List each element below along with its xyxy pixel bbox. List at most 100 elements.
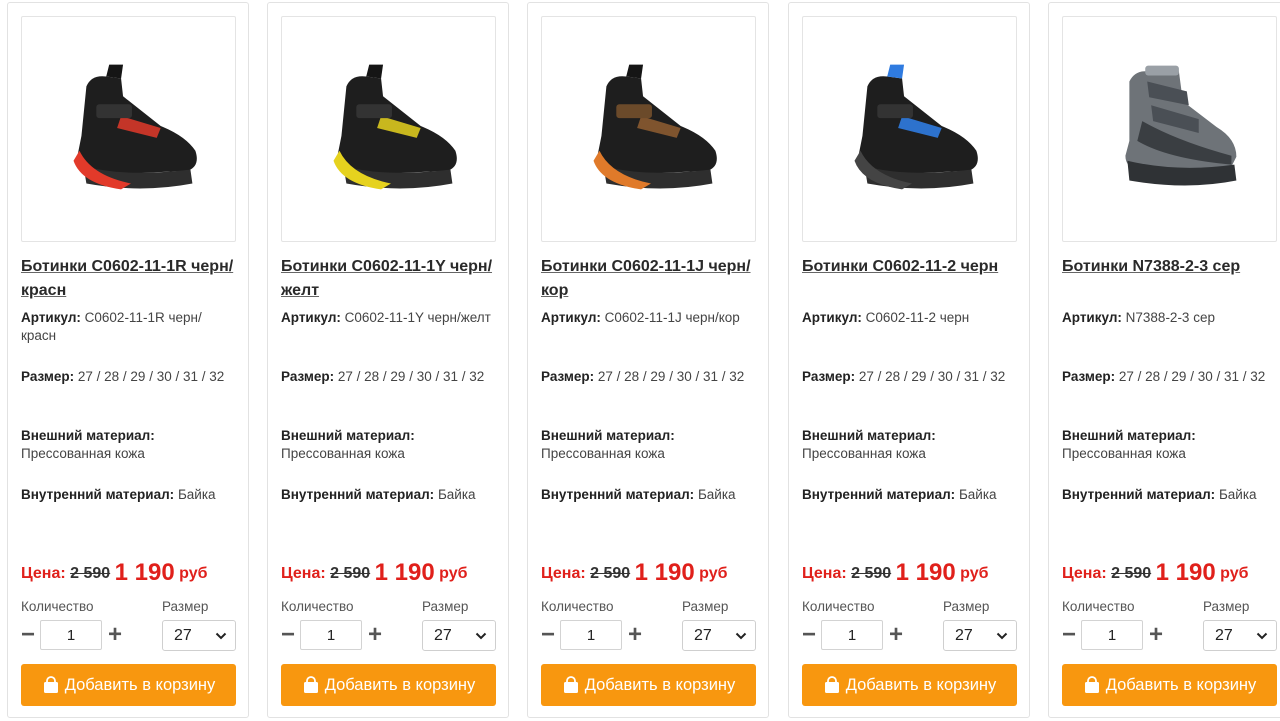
article-label: Артикул: (21, 310, 81, 325)
outer-material-info: Внешний материал: Прессованная кожа (802, 427, 1017, 463)
chevron-down-icon (215, 632, 227, 640)
decrease-quantity-button[interactable]: − (538, 623, 558, 649)
outer-material-value: Прессованная кожа (21, 446, 145, 461)
increase-quantity-button[interactable]: + (365, 623, 385, 649)
outer-material-label: Внешний материал: (541, 428, 675, 443)
add-to-cart-button[interactable]: Добавить в корзину (802, 664, 1017, 706)
increase-quantity-button[interactable]: + (1146, 623, 1166, 649)
product-image[interactable] (281, 16, 496, 242)
add-to-cart-button[interactable]: Добавить в корзину (281, 664, 496, 706)
article-label: Артикул: (541, 310, 601, 325)
increase-quantity-button[interactable]: + (625, 623, 645, 649)
inner-material-label: Внутренний материал: (21, 487, 175, 502)
add-to-cart-label: Добавить в корзину (584, 675, 736, 694)
boot-image-icon (333, 64, 457, 190)
shopping-bag-icon (824, 676, 839, 693)
current-price: 1 190 (374, 559, 435, 586)
product-grid: Ботинки C0602-11-1R черн/красн Артикул: … (7, 2, 1280, 721)
sizes-info: Размер: 27 / 28 / 29 / 30 / 31 / 32 (802, 368, 1017, 386)
size-select-value: 27 (174, 627, 192, 644)
sizes-label: Размер: (541, 369, 595, 384)
old-price: 2 590 (851, 565, 892, 582)
price-block: Цена: 2 590 1 190 руб (21, 559, 251, 587)
old-price: 2 590 (70, 565, 111, 582)
quantity-input[interactable] (1081, 620, 1143, 650)
size-label: Размер (422, 599, 469, 614)
shopping-bag-icon (1084, 676, 1099, 693)
current-price: 1 190 (895, 559, 956, 586)
shopping-bag-icon (43, 676, 58, 693)
price-block: Цена: 2 590 1 190 руб (281, 559, 511, 587)
decrease-quantity-button[interactable]: − (18, 623, 38, 649)
price-block: Цена: 2 590 1 190 руб (1062, 559, 1280, 587)
article-label: Артикул: (281, 310, 341, 325)
product-title-link[interactable]: Ботинки C0602-11-1Y черн/желт (281, 255, 503, 303)
product-title-link[interactable]: Ботинки C0602-11-1J черн/кор (541, 255, 763, 303)
sizes-value: 27 / 28 / 29 / 30 / 31 / 32 (1118, 369, 1266, 384)
quantity-label: Количество (802, 599, 875, 614)
product-image[interactable] (21, 16, 236, 242)
decrease-quantity-button[interactable]: − (278, 623, 298, 649)
quantity-label: Количество (281, 599, 354, 614)
size-select[interactable]: 27 (1203, 620, 1277, 651)
product-title-link[interactable]: Ботинки C0602-11-1R черн/красн (21, 255, 243, 303)
product-card: Ботинки C0602-11-2 черн Артикул: C0602-1… (788, 2, 1030, 718)
sizes-info: Размер: 27 / 28 / 29 / 30 / 31 / 32 (541, 368, 756, 386)
price-label: Цена: (802, 565, 847, 582)
article-value: N7388-2-3 сер (1125, 310, 1215, 325)
quantity-input[interactable] (40, 620, 102, 650)
product-image[interactable] (1062, 16, 1277, 242)
currency: руб (1220, 565, 1249, 582)
sizes-value: 27 / 28 / 29 / 30 / 31 / 32 (858, 369, 1006, 384)
product-title-link[interactable]: Ботинки C0602-11-2 черн (802, 255, 1024, 279)
outer-material-value: Прессованная кожа (802, 446, 926, 461)
product-image[interactable] (541, 16, 756, 242)
increase-quantity-button[interactable]: + (886, 623, 906, 649)
product-image[interactable] (802, 16, 1017, 242)
article-info: Артикул: C0602-11-1Y черн/желт (281, 309, 496, 327)
outer-material-label: Внешний материал: (21, 428, 155, 443)
add-to-cart-button[interactable]: Добавить в корзину (1062, 664, 1277, 706)
size-select[interactable]: 27 (162, 620, 236, 651)
boot-image-icon (73, 64, 197, 190)
size-label: Размер (943, 599, 990, 614)
outer-material-label: Внешний материал: (1062, 428, 1196, 443)
size-select[interactable]: 27 (422, 620, 496, 651)
boot-image-icon (1125, 65, 1237, 186)
quantity-input[interactable] (560, 620, 622, 650)
inner-material-info: Внутренний материал: Байка (1062, 486, 1277, 504)
quantity-input[interactable] (821, 620, 883, 650)
add-to-cart-button[interactable]: Добавить в корзину (21, 664, 236, 706)
size-select-value: 27 (694, 627, 712, 644)
product-card: Ботинки N7388-2-3 сер Артикул: N7388-2-3… (1048, 2, 1280, 718)
quantity-label: Количество (541, 599, 614, 614)
article-info: Артикул: C0602-11-1R черн/красн (21, 309, 236, 345)
shopping-bag-icon (563, 676, 578, 693)
sizes-value: 27 / 28 / 29 / 30 / 31 / 32 (597, 369, 745, 384)
price-label: Цена: (21, 565, 66, 582)
size-select[interactable]: 27 (682, 620, 756, 651)
inner-material-info: Внутренний материал: Байка (281, 486, 496, 504)
article-info: Артикул: C0602-11-2 черн (802, 309, 1017, 327)
article-info: Артикул: C0602-11-1J черн/кор (541, 309, 756, 327)
inner-material-label: Внутренний материал: (281, 487, 435, 502)
outer-material-value: Прессованная кожа (1062, 446, 1186, 461)
add-to-cart-button[interactable]: Добавить в корзину (541, 664, 756, 706)
boot-image-icon (854, 64, 978, 190)
size-label: Размер (1203, 599, 1250, 614)
price-block: Цена: 2 590 1 190 руб (802, 559, 1032, 587)
article-label: Артикул: (802, 310, 862, 325)
sizes-label: Размер: (281, 369, 335, 384)
product-title-link[interactable]: Ботинки N7388-2-3 сер (1062, 255, 1280, 279)
decrease-quantity-button[interactable]: − (799, 623, 819, 649)
old-price: 2 590 (590, 565, 631, 582)
outer-material-info: Внешний материал: Прессованная кожа (21, 427, 236, 463)
sizes-label: Размер: (1062, 369, 1116, 384)
price-label: Цена: (281, 565, 326, 582)
size-select[interactable]: 27 (943, 620, 1017, 651)
quantity-input[interactable] (300, 620, 362, 650)
increase-quantity-button[interactable]: + (105, 623, 125, 649)
inner-material-value: Байка (697, 487, 736, 502)
price-label: Цена: (1062, 565, 1107, 582)
decrease-quantity-button[interactable]: − (1059, 623, 1079, 649)
